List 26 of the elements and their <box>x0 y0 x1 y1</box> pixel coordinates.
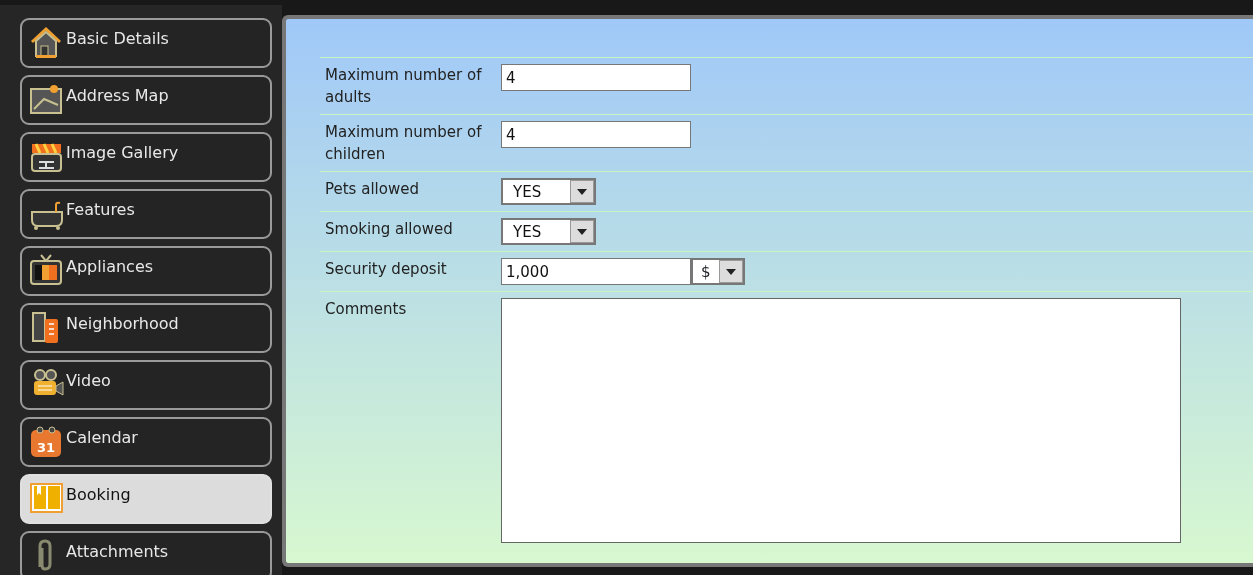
dropdown[interactable]: YES <box>501 218 596 245</box>
field-label: Smoking allowed <box>325 219 454 240</box>
sidebar-item[interactable]: Basic Details <box>20 18 272 68</box>
field-label: Maximum number of children <box>325 122 483 165</box>
sidebar-item[interactable]: Appliances <box>20 246 272 296</box>
currency-dropdown[interactable]: $ <box>691 258 745 285</box>
sidebar-item[interactable]: Address Map <box>20 75 272 125</box>
sidebar-item[interactable]: Booking <box>20 474 272 524</box>
tv-icon <box>28 252 64 288</box>
input-field[interactable]: 4 <box>501 121 691 148</box>
comments-field[interactable] <box>501 298 1181 543</box>
house-icon <box>28 24 64 60</box>
sidebar-item[interactable]: Video <box>20 360 272 410</box>
sidebar-item[interactable]: 31 Calendar <box>20 417 272 467</box>
dropdown[interactable]: YES <box>501 178 596 205</box>
input-field[interactable]: 4 <box>501 64 691 91</box>
sidebar-item[interactable]: Attachments <box>20 531 272 575</box>
field-label: Security deposit <box>325 259 448 280</box>
field-label: Pets allowed <box>325 179 420 200</box>
book-icon <box>28 480 64 516</box>
field-label: Maximum number of adults <box>325 65 483 108</box>
sidebar-item[interactable]: Neighborhood <box>20 303 272 353</box>
input-field[interactable]: 1,000 <box>501 258 691 285</box>
sidebar-item[interactable]: Image Gallery <box>20 132 272 182</box>
sidebar-item[interactable]: Features <box>20 189 272 239</box>
field-label: Comments <box>325 299 408 320</box>
